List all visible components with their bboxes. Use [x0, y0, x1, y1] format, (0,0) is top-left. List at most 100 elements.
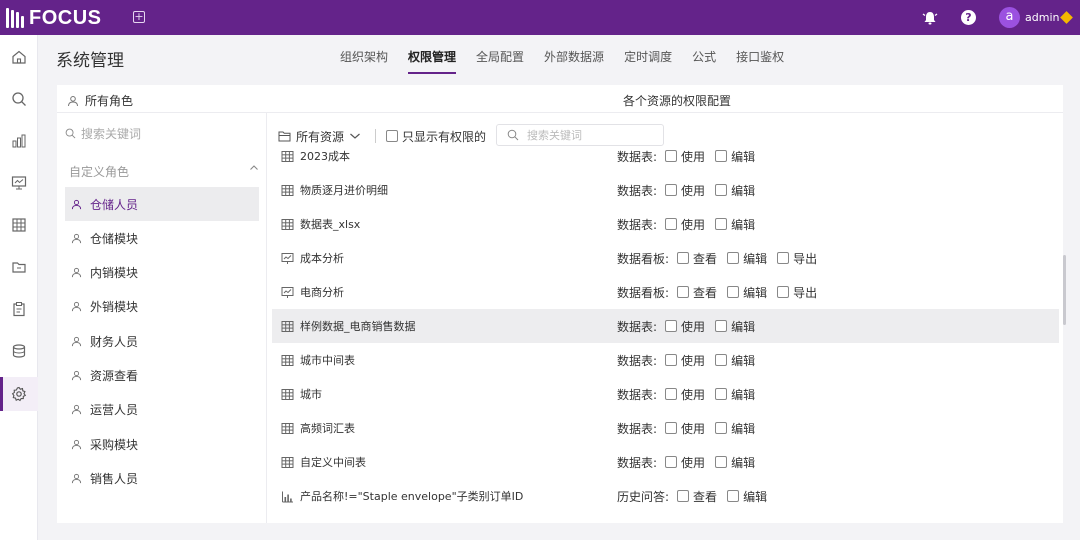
checkbox[interactable] [777, 252, 790, 264]
role-group-header[interactable]: 自定义角色 [69, 163, 259, 180]
resource-scrollbar[interactable] [1063, 255, 1066, 325]
user-icon [71, 336, 82, 346]
role-item-label: 内销模块 [90, 266, 139, 281]
permission-option-label: 编辑 [731, 353, 756, 368]
role-item[interactable]: 运营人员 [65, 393, 259, 427]
permission-option[interactable]: 查看 [677, 250, 717, 267]
checkbox[interactable] [665, 456, 678, 468]
tab-permission-management[interactable]: 权限管理 [408, 48, 457, 74]
permission-option[interactable]: 导出 [777, 284, 817, 301]
checkbox[interactable] [777, 286, 790, 298]
tab-org-structure[interactable]: 组织架构 [340, 48, 388, 74]
resource-row[interactable]: 自定义中间表 数据表: 使用 编辑 [272, 445, 1059, 479]
chevron-up-icon[interactable] [249, 163, 259, 173]
resource-row[interactable]: 2023成本 数据表: 使用 编辑 [272, 139, 1059, 173]
focus-logo[interactable]: FOCUS [6, 7, 102, 29]
checkbox[interactable] [715, 354, 728, 366]
tab-external-datasource[interactable]: 外部数据源 [544, 48, 604, 74]
checkbox[interactable] [665, 150, 678, 162]
home-icon[interactable] [0, 40, 38, 74]
checkbox[interactable] [715, 422, 728, 434]
role-item[interactable]: 采购模块 [65, 427, 259, 461]
permission-option[interactable]: 查看 [677, 488, 717, 505]
permission-option[interactable]: 编辑 [715, 454, 755, 471]
permission-option[interactable]: 使用 [665, 454, 705, 471]
avatar[interactable]: a [999, 7, 1020, 28]
resource-name: 2023成本 [300, 150, 350, 163]
user-name[interactable]: admin [1025, 11, 1059, 24]
permission-option[interactable]: 编辑 [727, 250, 767, 267]
search-icon[interactable] [0, 82, 38, 116]
role-item[interactable]: 仓储人员 [65, 187, 259, 221]
permission-option[interactable]: 使用 [665, 352, 705, 369]
checkbox[interactable] [727, 286, 740, 298]
resource-row[interactable]: 成本分析 数据看板: 查看 编辑 导出 [272, 241, 1059, 275]
role-item[interactable]: 财务人员 [65, 324, 259, 358]
permission-option[interactable]: 编辑 [715, 420, 755, 437]
analytics-icon[interactable] [0, 124, 38, 158]
checkbox[interactable] [665, 354, 678, 366]
grid-table-icon[interactable] [0, 208, 38, 242]
tab-scheduled-tasks[interactable]: 定时调度 [624, 48, 672, 74]
permission-option[interactable]: 编辑 [715, 148, 755, 165]
checkbox[interactable] [715, 456, 728, 468]
resource-row[interactable]: 电商分析 数据看板: 查看 编辑 导出 [272, 275, 1059, 309]
checkbox[interactable] [715, 388, 728, 400]
permission-option[interactable]: 使用 [665, 386, 705, 403]
permission-option[interactable]: 使用 [665, 420, 705, 437]
permission-option[interactable]: 编辑 [715, 182, 755, 199]
permission-options: 数据表: 使用 编辑 [617, 182, 755, 199]
checkbox[interactable] [727, 490, 740, 502]
resource-row[interactable]: 样例数据_电商销售数据 数据表: 使用 编辑 [272, 309, 1059, 343]
checkbox[interactable] [665, 422, 678, 434]
permission-option[interactable]: 使用 [665, 148, 705, 165]
permission-option[interactable]: 使用 [665, 318, 705, 335]
resource-row[interactable]: 产品名称!="Staple envelope"子类别订单ID 历史问答: 查看 编辑 [272, 479, 1059, 513]
settings-gear-icon[interactable] [0, 377, 38, 411]
database-icon[interactable] [0, 334, 38, 368]
resource-type-label: 数据表: [617, 149, 658, 164]
role-item[interactable]: 资源查看 [65, 359, 259, 393]
checkbox[interactable] [677, 252, 690, 264]
permission-option[interactable]: 编辑 [715, 352, 755, 369]
permission-option[interactable]: 编辑 [727, 488, 767, 505]
permission-option[interactable]: 查看 [677, 284, 717, 301]
notification-bell-icon[interactable] [922, 10, 938, 26]
resource-row[interactable]: 数据表_xlsx 数据表: 使用 编辑 [272, 207, 1059, 241]
tab-global-config[interactable]: 全局配置 [476, 48, 524, 74]
resource-row[interactable]: 高频词汇表 数据表: 使用 编辑 [272, 411, 1059, 445]
checkbox[interactable] [715, 218, 728, 230]
dashboard-icon[interactable] [0, 166, 38, 200]
checkbox[interactable] [715, 184, 728, 196]
tab-formula[interactable]: 公式 [692, 48, 716, 74]
permission-option[interactable]: 编辑 [715, 318, 755, 335]
checkbox[interactable] [665, 320, 678, 332]
tab-api-auth[interactable]: 接口鉴权 [736, 48, 784, 74]
checkbox[interactable] [665, 218, 678, 230]
permission-option[interactable]: 使用 [665, 182, 705, 199]
checkbox[interactable] [677, 490, 690, 502]
checkbox[interactable] [677, 286, 690, 298]
folder-icon[interactable] [0, 250, 38, 284]
checkbox[interactable] [715, 150, 728, 162]
resource-row[interactable]: 物质逐月进价明细 数据表: 使用 编辑 [272, 173, 1059, 207]
resource-row[interactable]: 城市中间表 数据表: 使用 编辑 [272, 343, 1059, 377]
role-item[interactable]: 外销模块 [65, 290, 259, 324]
checkbox[interactable] [727, 252, 740, 264]
permission-option[interactable]: 编辑 [727, 284, 767, 301]
role-item[interactable]: 仓储模块 [65, 221, 259, 255]
permission-option[interactable]: 编辑 [715, 386, 755, 403]
checkbox[interactable] [665, 184, 678, 196]
resource-row[interactable]: 城市 数据表: 使用 编辑 [272, 377, 1059, 411]
permission-option[interactable]: 导出 [777, 250, 817, 267]
clipboard-icon[interactable] [0, 292, 38, 326]
permission-option[interactable]: 使用 [665, 216, 705, 233]
permission-option[interactable]: 编辑 [715, 216, 755, 233]
role-search-input[interactable]: 搜索关键词 [65, 125, 141, 142]
checkbox[interactable] [665, 388, 678, 400]
add-tab-icon[interactable]: + [133, 11, 145, 23]
role-item[interactable]: 销售人员 [65, 461, 259, 495]
role-item[interactable]: 内销模块 [65, 256, 259, 290]
checkbox[interactable] [715, 320, 728, 332]
help-icon[interactable]: ? [961, 10, 976, 25]
